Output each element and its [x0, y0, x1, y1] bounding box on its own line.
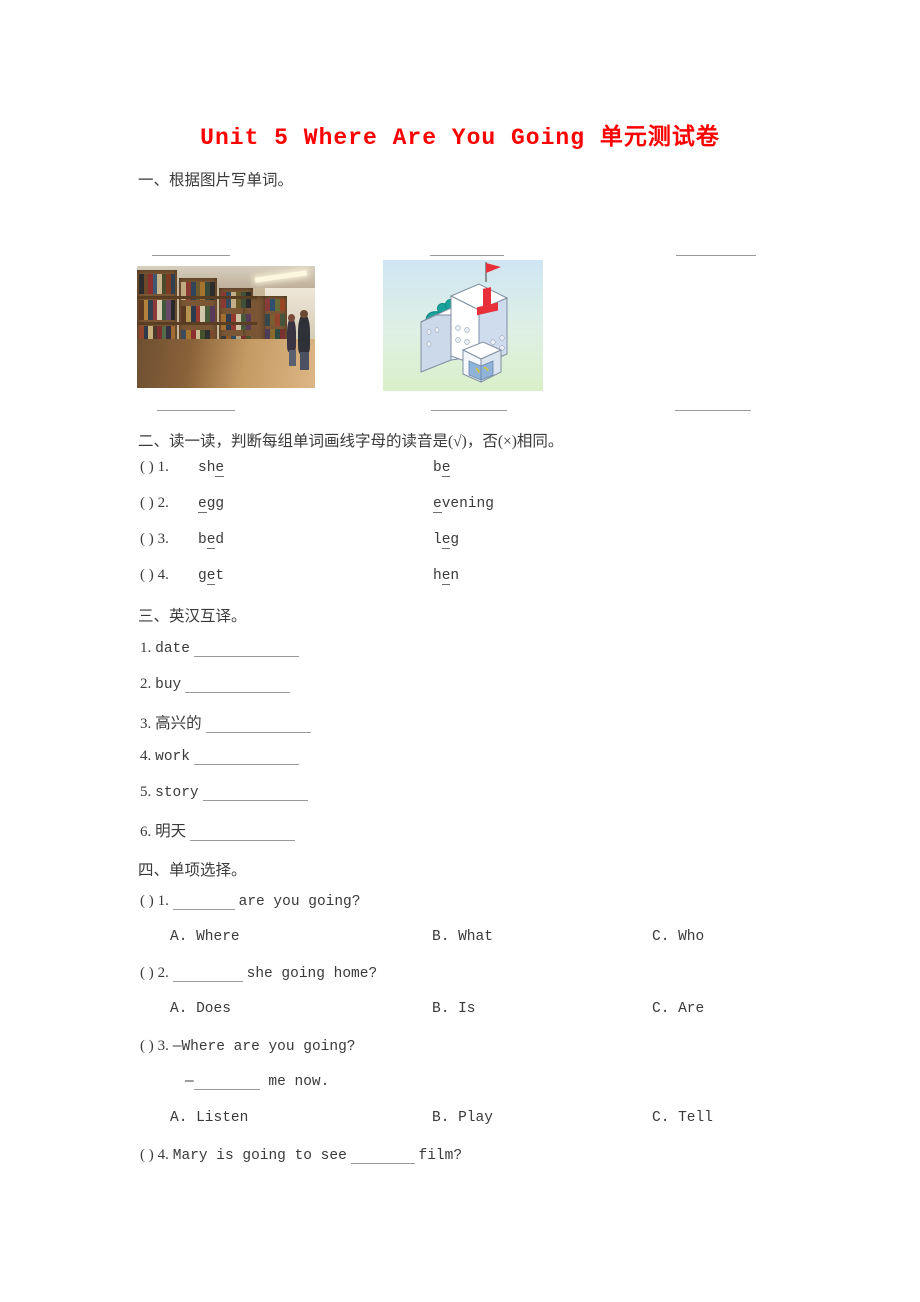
mc-dash-3: — — [185, 1074, 194, 1090]
translate-number-4: 4. — [140, 748, 152, 764]
translate-word-6: 明天 — [155, 823, 187, 840]
translate-word-2: buy — [155, 677, 182, 693]
translate-word-3: 高兴的 — [155, 715, 202, 732]
judge-answer-bracket-3[interactable]: ( ) — [140, 531, 154, 547]
mc-stem-3-suffix: me now. — [268, 1074, 330, 1090]
mc-row-2[interactable]: ( ) 2. she going home? — [140, 964, 377, 982]
translate-word-5: story — [155, 785, 199, 801]
mc-blank-1[interactable] — [172, 895, 235, 910]
translate-blank-1[interactable] — [193, 642, 299, 657]
mc-option-2a[interactable]: A. Does — [170, 1001, 231, 1017]
mc-option-2b[interactable]: B. Is — [432, 1001, 476, 1017]
judge-number-2: 2. — [157, 495, 169, 511]
section-1-heading: 一、根据图片写单词。 — [138, 172, 294, 189]
mc-row-1[interactable]: ( ) 1. are you going? — [140, 892, 360, 910]
translate-number-2: 2. — [140, 676, 152, 692]
mc-option-3c[interactable]: C. Tell — [652, 1110, 713, 1126]
mc-stem-3-line1: —Where are you going? — [172, 1039, 356, 1055]
translate-row-2: 2. buy — [140, 675, 291, 693]
translate-number-1: 1. — [140, 640, 152, 656]
translate-blank-4[interactable] — [193, 750, 299, 765]
mc-stem-2: she going home? — [246, 966, 378, 982]
translate-row-3: 3. 高兴的 — [140, 711, 311, 733]
translate-number-3: 3. — [140, 716, 152, 732]
hospital-svg — [420, 262, 509, 383]
judge-row-4[interactable]: ( ) 4. — [140, 566, 169, 584]
answer-blank-bottom-3[interactable] — [675, 410, 751, 411]
judge-row-1[interactable]: ( ) 1. — [140, 458, 169, 476]
mc-option-1a[interactable]: A. Where — [170, 929, 240, 945]
mc-blank-2[interactable] — [172, 967, 243, 982]
judge-word-left-1: she — [198, 460, 225, 477]
mc-blank-3[interactable] — [193, 1076, 260, 1090]
mc-number-4: 4. — [157, 1147, 169, 1163]
mc-answer-bracket-3[interactable]: ( ) — [140, 1038, 154, 1054]
judge-row-2[interactable]: ( ) 2. — [140, 494, 169, 512]
judge-word-right-2: evening — [433, 496, 494, 513]
page-title: Unit 5 Where Are You Going 单元测试卷 — [200, 125, 720, 151]
mc-number-2: 2. — [157, 965, 169, 981]
mc-stem-3-line2[interactable]: — me now. — [185, 1074, 329, 1090]
translate-blank-3[interactable] — [205, 718, 311, 733]
judge-word-left-2: egg — [198, 496, 225, 513]
translate-blank-6[interactable] — [190, 826, 296, 841]
judge-answer-bracket-1[interactable]: ( ) — [140, 459, 154, 475]
exam-page: Unit 5 Where Are You Going 单元测试卷 一、根据图片写… — [0, 0, 920, 1302]
mc-answer-bracket-4[interactable]: ( ) — [140, 1147, 154, 1163]
judge-number-1: 1. — [157, 459, 169, 475]
judge-answer-bracket-4[interactable]: ( ) — [140, 567, 154, 583]
section-2-heading: 二、读一读，判断每组单词画线字母的读音是(√)，否(×)相同。 — [138, 433, 564, 450]
judge-number-4: 4. — [157, 567, 169, 583]
mc-option-3b[interactable]: B. Play — [432, 1110, 493, 1126]
mc-number-3: 3. — [157, 1038, 169, 1054]
mc-option-2c[interactable]: C. Are — [652, 1001, 704, 1017]
judge-word-right-3: leg — [433, 532, 460, 549]
answer-blank-top-2[interactable] — [430, 255, 504, 256]
translate-word-4: work — [155, 749, 190, 765]
translate-row-4: 4. work — [140, 747, 299, 765]
judge-word-right-1: be — [433, 460, 451, 477]
translate-blank-2[interactable] — [185, 678, 291, 693]
mc-row-3[interactable]: ( ) 3. —Where are you going? — [140, 1037, 355, 1055]
judge-row-3[interactable]: ( ) 3. — [140, 530, 169, 548]
section-4-heading: 四、单项选择。 — [138, 862, 247, 879]
answer-blank-top-3[interactable] — [676, 255, 756, 256]
mc-blank-4[interactable] — [350, 1149, 415, 1164]
translate-number-6: 6. — [140, 824, 152, 840]
mc-number-1: 1. — [157, 893, 169, 909]
mc-answer-bracket-1[interactable]: ( ) — [140, 893, 154, 909]
hospital-illustration — [383, 260, 543, 391]
mc-answer-bracket-2[interactable]: ( ) — [140, 965, 154, 981]
translate-row-1: 1. date — [140, 639, 299, 657]
judge-number-3: 3. — [157, 531, 169, 547]
mc-stem-4-after: film? — [418, 1148, 463, 1164]
mc-option-1b[interactable]: B. What — [432, 929, 493, 945]
judge-answer-bracket-2[interactable]: ( ) — [140, 495, 154, 511]
translate-number-5: 5. — [140, 784, 152, 800]
translate-blank-5[interactable] — [202, 786, 308, 801]
mc-stem-4-before: Mary is going to see — [172, 1148, 347, 1164]
library-photo — [137, 266, 315, 388]
translate-row-5: 5. story — [140, 783, 308, 801]
judge-word-right-4: hen — [433, 568, 460, 585]
translate-row-6: 6. 明天 — [140, 819, 296, 841]
mc-row-4[interactable]: ( ) 4. Mary is going to see film? — [140, 1146, 462, 1164]
section-3-heading: 三、英汉互译。 — [138, 608, 247, 625]
translate-word-1: date — [155, 641, 190, 657]
answer-blank-top-1[interactable] — [152, 255, 230, 256]
mc-option-1c[interactable]: C. Who — [652, 929, 704, 945]
mc-option-3a[interactable]: A. Listen — [170, 1110, 248, 1126]
judge-word-left-4: get — [198, 568, 225, 585]
answer-blank-bottom-2[interactable] — [431, 410, 507, 411]
mc-stem-1: are you going? — [238, 894, 361, 910]
judge-word-left-3: bed — [198, 532, 225, 549]
answer-blank-bottom-1[interactable] — [157, 410, 235, 411]
